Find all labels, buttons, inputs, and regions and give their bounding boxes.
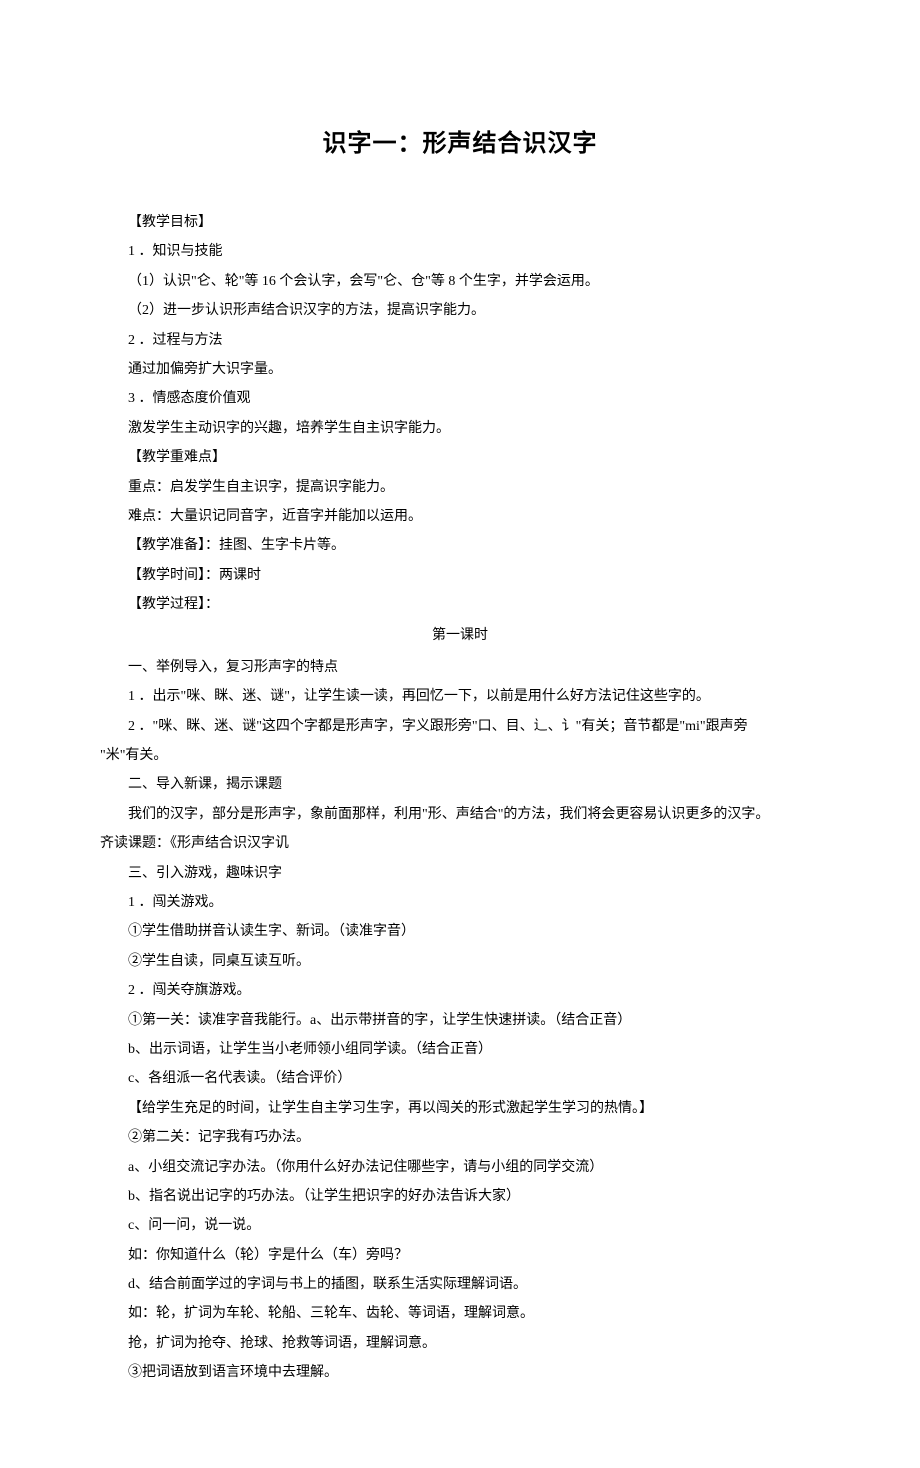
paragraph: 通过加偏旁扩大识字量。 — [100, 355, 820, 384]
paragraph: 【教学目标】 — [100, 208, 820, 237]
paragraph: c、各组派一名代表读。（结合评价） — [100, 1064, 820, 1093]
paragraph: 一、举例导入，复习形声字的特点 — [100, 653, 820, 682]
paragraph: 抢，扩词为抢夺、抢球、抢救等词语，理解词意。 — [100, 1329, 820, 1358]
paragraph-continuation: "米"有关。 — [100, 741, 820, 770]
document-title: 识字一：形声结合识汉字 — [100, 120, 820, 168]
paragraph-continuation: 齐读课题：《形声结合识汉字讥 — [100, 829, 820, 858]
paragraph: 1 ．知识与技能 — [100, 237, 820, 266]
paragraph: ①学生借助拼音认读生字、新词。（读准字音） — [100, 917, 820, 946]
paragraph: （1）认识"仑、轮"等 16 个会认字，会写"仑、仓"等 8 个生字，并学会运用… — [100, 267, 820, 296]
paragraph: 【教学时间】：两课时 — [100, 561, 820, 590]
document-page: 识字一：形声结合识汉字 【教学目标】 1 ．知识与技能 （1）认识"仑、轮"等 … — [0, 0, 920, 1468]
paragraph: 1 ．闯关游戏。 — [100, 888, 820, 917]
paragraph: ②学生自读，同桌互读互听。 — [100, 947, 820, 976]
lesson-subheading: 第一课时 — [100, 621, 820, 650]
paragraph: 【教学准备】：挂图、生字卡片等。 — [100, 531, 820, 560]
paragraph: 【教学过程】： — [100, 590, 820, 619]
paragraph: 【给学生充足的时间，让学生自主学习生字，再以闯关的形式激起学生学习的热情。】 — [100, 1094, 820, 1123]
paragraph: b、出示词语，让学生当小老师领小组同学读。（结合正音） — [100, 1035, 820, 1064]
paragraph: ①第一关：读准字音我能行。a、出示带拼音的字，让学生快速拼读。（结合正音） — [100, 1006, 820, 1035]
paragraph: 1 ．出示"咪、眯、迷、谜"，让学生读一读，再回忆一下，以前是用什么好方法记住这… — [100, 682, 820, 711]
paragraph: 难点：大量识记同音字，近音字并能加以运用。 — [100, 502, 820, 531]
paragraph: 如：你知道什么（轮）字是什么（车）旁吗？ — [100, 1241, 820, 1270]
paragraph: 二、导入新课，揭示课题 — [100, 770, 820, 799]
paragraph: b、指名说出记字的巧办法。（让学生把识字的好办法告诉大家） — [100, 1182, 820, 1211]
paragraph: 3 ．情感态度价值观 — [100, 384, 820, 413]
paragraph: 重点：启发学生自主识字，提高识字能力。 — [100, 473, 820, 502]
paragraph: 激发学生主动识字的兴趣，培养学生自主识字能力。 — [100, 414, 820, 443]
paragraph: 2 ．闯关夺旗游戏。 — [100, 976, 820, 1005]
paragraph: （2）进一步认识形声结合识汉字的方法，提高识字能力。 — [100, 296, 820, 325]
paragraph: ②第二关：记字我有巧办法。 — [100, 1123, 820, 1152]
paragraph: a、小组交流记字办法。（你用什么好办法记住哪些字，请与小组的同学交流） — [100, 1153, 820, 1182]
paragraph: 我们的汉字，部分是形声字，象前面那样，利用"形、声结合"的方法，我们将会更容易认… — [100, 800, 820, 829]
paragraph: 如：轮，扩词为车轮、轮船、三轮车、齿轮、等词语，理解词意。 — [100, 1299, 820, 1328]
paragraph: c、问一问，说一说。 — [100, 1211, 820, 1240]
paragraph: ③把词语放到语言环境中去理解。 — [100, 1358, 820, 1387]
paragraph: d、结合前面学过的字词与书上的插图，联系生活实际理解词语。 — [100, 1270, 820, 1299]
paragraph: 2 ．过程与方法 — [100, 326, 820, 355]
paragraph: 2 ．"咪、眯、迷、谜"这四个字都是形声字，字义跟形旁"口、目、辶、讠"有关；音… — [100, 712, 820, 741]
paragraph: 【教学重难点】 — [100, 443, 820, 472]
paragraph: 三、引入游戏，趣味识字 — [100, 859, 820, 888]
